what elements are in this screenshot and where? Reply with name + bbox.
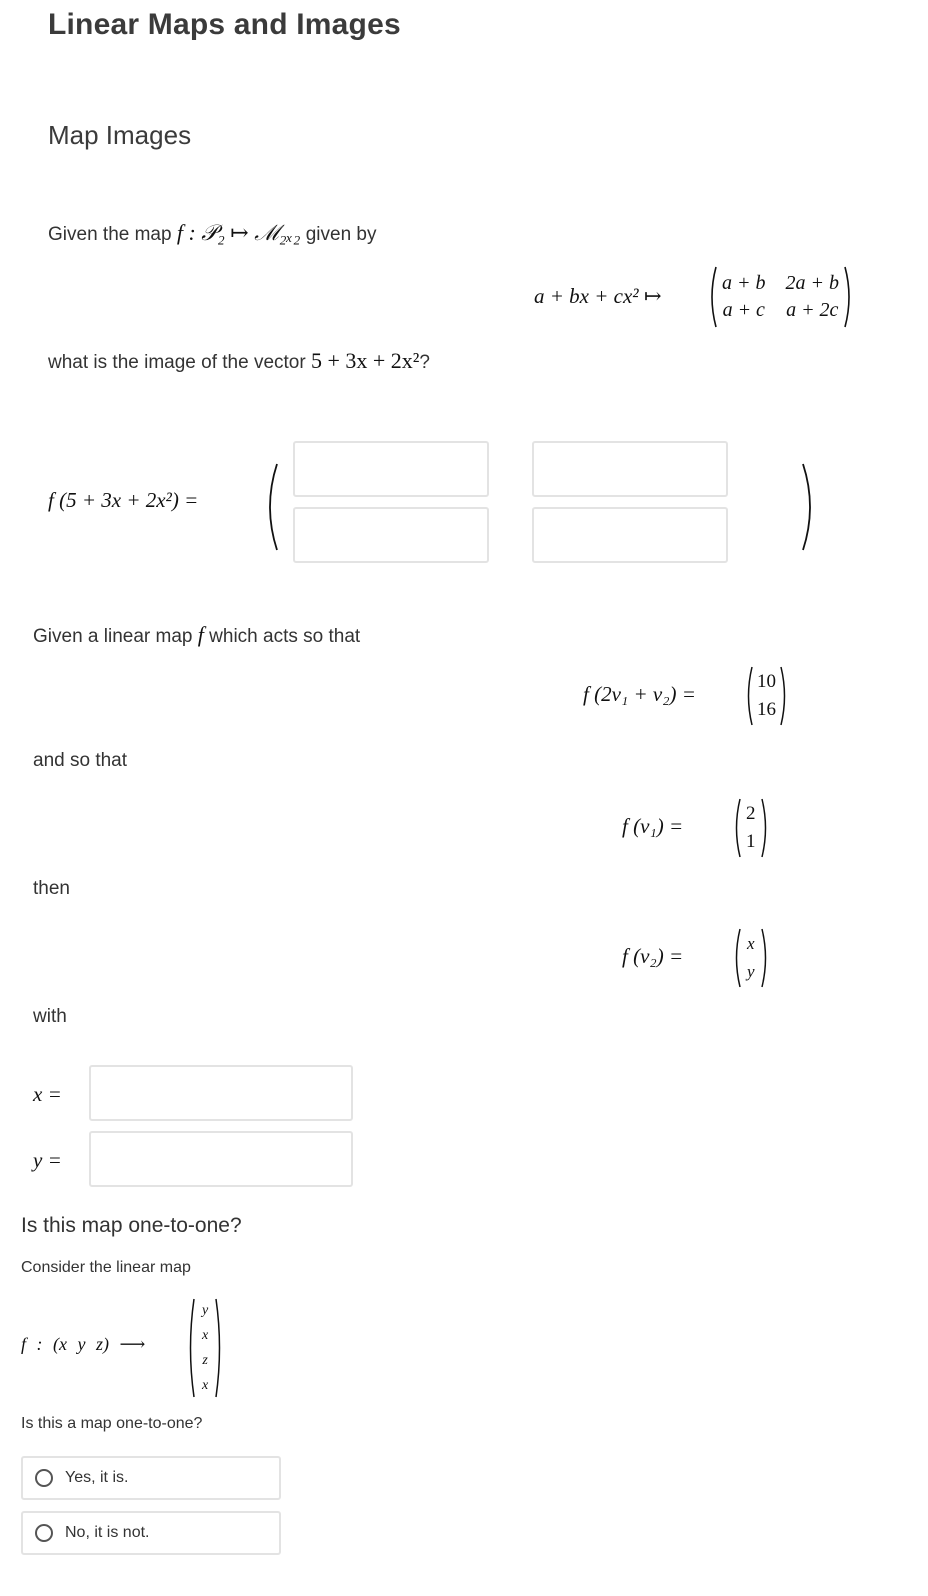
q1-question-math: 5 + 3x + 2x² <box>310 348 420 373</box>
q2-eq2-lhs: f (v₁) = <box>622 814 684 838</box>
radio-option-yes[interactable]: Yes, it is. <box>21 1456 281 1500</box>
vector-entry: 10 <box>757 671 776 692</box>
matrix-input-2-1[interactable] <box>293 507 489 563</box>
vector-entry: y <box>202 1303 209 1318</box>
right-paren-icon <box>215 1298 221 1398</box>
left-paren-icon <box>711 266 717 328</box>
matrix-cell: a + c <box>722 299 765 321</box>
matrix-input-1-2[interactable] <box>532 441 728 497</box>
x-label: x = <box>33 1082 62 1106</box>
right-paren-icon <box>802 463 811 551</box>
q2-eq1-lhs: f (2v₁ + v₂) = <box>583 682 696 706</box>
vector-entry: 16 <box>757 699 776 720</box>
left-paren-icon <box>735 928 741 988</box>
vector-entry: z <box>202 1353 208 1368</box>
q3-question: Is this a map one-to-one? <box>21 1415 203 1432</box>
radio-label: Yes, it is. <box>65 1469 129 1486</box>
q2-then-text: then <box>33 878 70 899</box>
left-paren-icon <box>189 1298 195 1398</box>
right-paren-icon <box>780 666 786 726</box>
right-paren-icon <box>760 928 766 988</box>
q2-eq1-vector: 10 16 <box>744 664 789 728</box>
right-paren-icon <box>760 798 766 858</box>
q3-map-vector: y x z x <box>186 1296 224 1400</box>
q2-eq3-vector: x y <box>732 926 770 990</box>
matrix-cell: a + b <box>722 272 766 294</box>
radio-option-no[interactable]: No, it is not. <box>21 1511 281 1555</box>
y-label: y = <box>33 1148 62 1172</box>
radio-label: No, it is not. <box>65 1524 150 1541</box>
q2-eq3-lhs: f (v₂) = <box>622 944 684 968</box>
matrix-cell: a + 2c <box>786 299 839 321</box>
left-paren-icon <box>735 798 741 858</box>
vector-entry: x <box>202 1328 209 1343</box>
vector-entry: 2 <box>746 803 756 824</box>
vector-entry: x <box>202 1378 209 1393</box>
q1-intro: Given the map f : 𝒫₂ ↦ ℳ₂ₓ₂ given by <box>48 220 377 245</box>
radio-circle-icon[interactable] <box>35 1524 53 1542</box>
q2-intro: Given a linear map f which acts so that <box>33 622 361 647</box>
vector-entry: 1 <box>746 831 756 852</box>
q2-and-text: and so that <box>33 750 128 771</box>
section-title: Map Images <box>48 120 192 150</box>
q3-title: Is this map one-to-one? <box>21 1214 242 1237</box>
matrix-input-1-1[interactable] <box>293 441 489 497</box>
q3-map-lhs: f : (x y z) ⟶ <box>21 1334 146 1354</box>
q3-intro: Consider the linear map <box>21 1259 191 1276</box>
right-paren-icon <box>844 266 850 328</box>
q2-eq2-vector: 2 1 <box>732 796 770 860</box>
page-title: Linear Maps and Images <box>48 8 401 41</box>
y-input[interactable] <box>89 1131 353 1187</box>
matrix-cell: 2a + b <box>785 272 840 294</box>
x-input[interactable] <box>89 1065 353 1121</box>
q1-map-matrix: a + b 2a + b a + c a + 2c <box>706 264 855 330</box>
left-paren-icon <box>269 463 278 551</box>
vector-entry: x <box>747 934 755 953</box>
q1-intro-math: f : 𝒫₂ ↦ ℳ₂ₓ₂ <box>176 220 301 245</box>
vector-entry: y <box>747 962 755 981</box>
q1-map-lhs: a + bx + cx² ↦ <box>534 284 662 308</box>
q1-question: what is the image of the vector 5 + 3x +… <box>48 348 430 373</box>
q1-answer-lhs: f (5 + 3x + 2x²) = <box>48 488 199 512</box>
radio-circle-icon[interactable] <box>35 1469 53 1487</box>
q2-with-text: with <box>33 1006 67 1027</box>
matrix-input-2-2[interactable] <box>532 507 728 563</box>
left-paren-icon <box>747 666 753 726</box>
